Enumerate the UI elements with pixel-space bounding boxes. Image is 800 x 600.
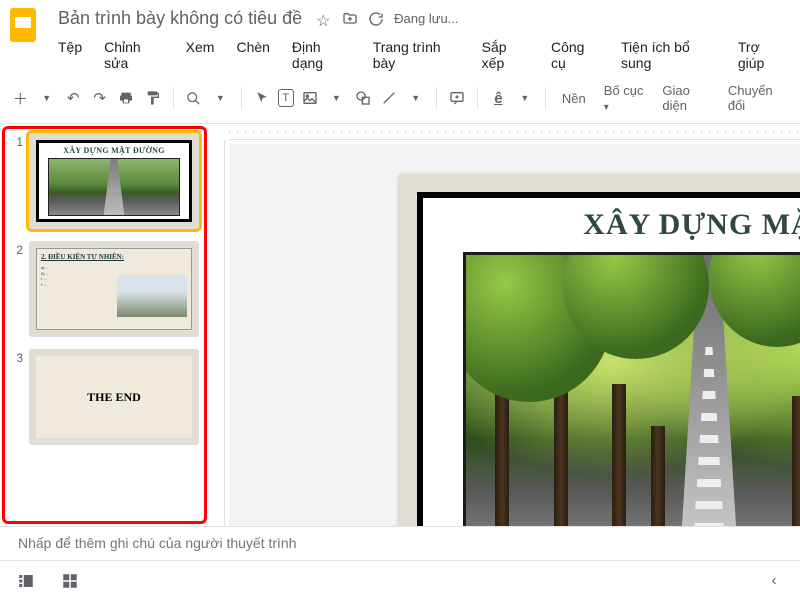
thumb-number: 3 xyxy=(9,351,23,365)
ruler-vertical xyxy=(209,140,225,526)
theme-button[interactable]: Giao diện xyxy=(656,79,715,117)
thumb-image xyxy=(48,158,180,216)
explore-chevron-icon[interactable]: ‹ xyxy=(762,569,786,593)
menu-view[interactable]: Xem xyxy=(182,37,219,73)
notes-placeholder: Nhấp để thêm ghi chú của người thuyết tr… xyxy=(18,535,297,551)
slides-logo xyxy=(10,8,44,42)
thumb-number: 1 xyxy=(9,135,23,149)
menu-format[interactable]: Định dạng xyxy=(288,37,355,73)
ruler-horizontal xyxy=(229,124,800,140)
zoom-button[interactable] xyxy=(184,86,204,110)
saving-status: Đang lưu... xyxy=(394,11,458,26)
redo-button[interactable]: ↷ xyxy=(89,86,109,110)
canvas-area: XÂY DỰNG MẶT xyxy=(209,124,800,526)
toolbar: ＋ ▼ ↶ ↷ ▼ T ▼ ▼ ê ▼ Nền Bố cục Giao diện… xyxy=(0,73,800,124)
input-tools-dropdown[interactable]: ▼ xyxy=(515,86,535,110)
select-tool[interactable] xyxy=(251,86,271,110)
bottom-bar: ‹ xyxy=(0,560,800,600)
current-slide[interactable]: XÂY DỰNG MẶT xyxy=(399,174,800,526)
slide-thumbnail-1[interactable]: XÂY DỰNG MẶT ĐƯỜNG xyxy=(29,133,199,229)
slide-thumbnails-panel: 1 XÂY DỰNG MẶT ĐƯỜNG 2 2. ĐIỀU KIỆN TỰ N… xyxy=(2,126,207,524)
undo-button[interactable]: ↶ xyxy=(63,86,83,110)
menu-addons[interactable]: Tiện ích bổ sung xyxy=(617,37,720,73)
transition-button[interactable]: Chuyển đổi xyxy=(722,79,790,117)
new-slide-dropdown[interactable]: ▼ xyxy=(36,86,56,110)
move-folder-icon[interactable] xyxy=(342,11,358,27)
thumb-title: 2. ĐIỀU KIỆN TỰ NHIÊN: xyxy=(41,253,187,261)
grid-view-icon[interactable] xyxy=(58,569,82,593)
slide-thumbnail-2[interactable]: 2. ĐIỀU KIỆN TỰ NHIÊN: a) …b) …▪ …▪ … xyxy=(29,241,199,337)
menu-edit[interactable]: Chỉnh sửa xyxy=(100,37,168,73)
cloud-sync-icon xyxy=(368,11,384,27)
line-dropdown[interactable]: ▼ xyxy=(405,86,425,110)
header: Bản trình bày không có tiêu đề ☆ Đang lư… xyxy=(0,0,800,73)
star-icon[interactable]: ☆ xyxy=(316,11,332,27)
menu-tools[interactable]: Công cụ xyxy=(547,37,603,73)
image-dropdown[interactable]: ▼ xyxy=(326,86,346,110)
slide-thumbnail-3[interactable]: THE END xyxy=(29,349,199,445)
filmstrip-view-icon[interactable] xyxy=(14,569,38,593)
thumb-title: THE END xyxy=(87,390,141,405)
paint-format-button[interactable] xyxy=(142,86,162,110)
layout-button[interactable]: Bố cục xyxy=(598,79,651,117)
doc-title[interactable]: Bản trình bày không có tiêu đề xyxy=(54,6,306,31)
canvas[interactable]: XÂY DỰNG MẶT xyxy=(229,144,800,526)
line-tool[interactable] xyxy=(379,86,399,110)
new-slide-button[interactable]: ＋ xyxy=(10,86,30,110)
background-button[interactable]: Nền xyxy=(556,87,592,110)
speaker-notes[interactable]: Nhấp để thêm ghi chú của người thuyết tr… xyxy=(0,526,800,560)
shape-tool[interactable] xyxy=(353,86,373,110)
textbox-tool[interactable]: T xyxy=(278,89,294,107)
print-button[interactable] xyxy=(116,86,136,110)
thumb-title: XÂY DỰNG MẶT ĐƯỜNG xyxy=(63,146,164,155)
zoom-dropdown[interactable]: ▼ xyxy=(210,86,230,110)
comment-button[interactable] xyxy=(447,86,467,110)
menu-slide[interactable]: Trang trình bày xyxy=(369,37,464,73)
menu-insert[interactable]: Chèn xyxy=(232,37,273,73)
input-tools-button[interactable]: ê xyxy=(488,86,508,110)
menu-arrange[interactable]: Sắp xếp xyxy=(478,37,533,73)
thumb-number: 2 xyxy=(9,243,23,257)
slide-image[interactable] xyxy=(463,252,800,526)
menu-file[interactable]: Tệp xyxy=(54,37,86,73)
image-tool[interactable] xyxy=(300,86,320,110)
thumb-image xyxy=(117,275,187,317)
menu-help[interactable]: Trợ giúp xyxy=(734,37,790,73)
slide-title[interactable]: XÂY DỰNG MẶT xyxy=(583,208,800,242)
menu-bar: Tệp Chỉnh sửa Xem Chèn Định dạng Trang t… xyxy=(54,37,790,73)
